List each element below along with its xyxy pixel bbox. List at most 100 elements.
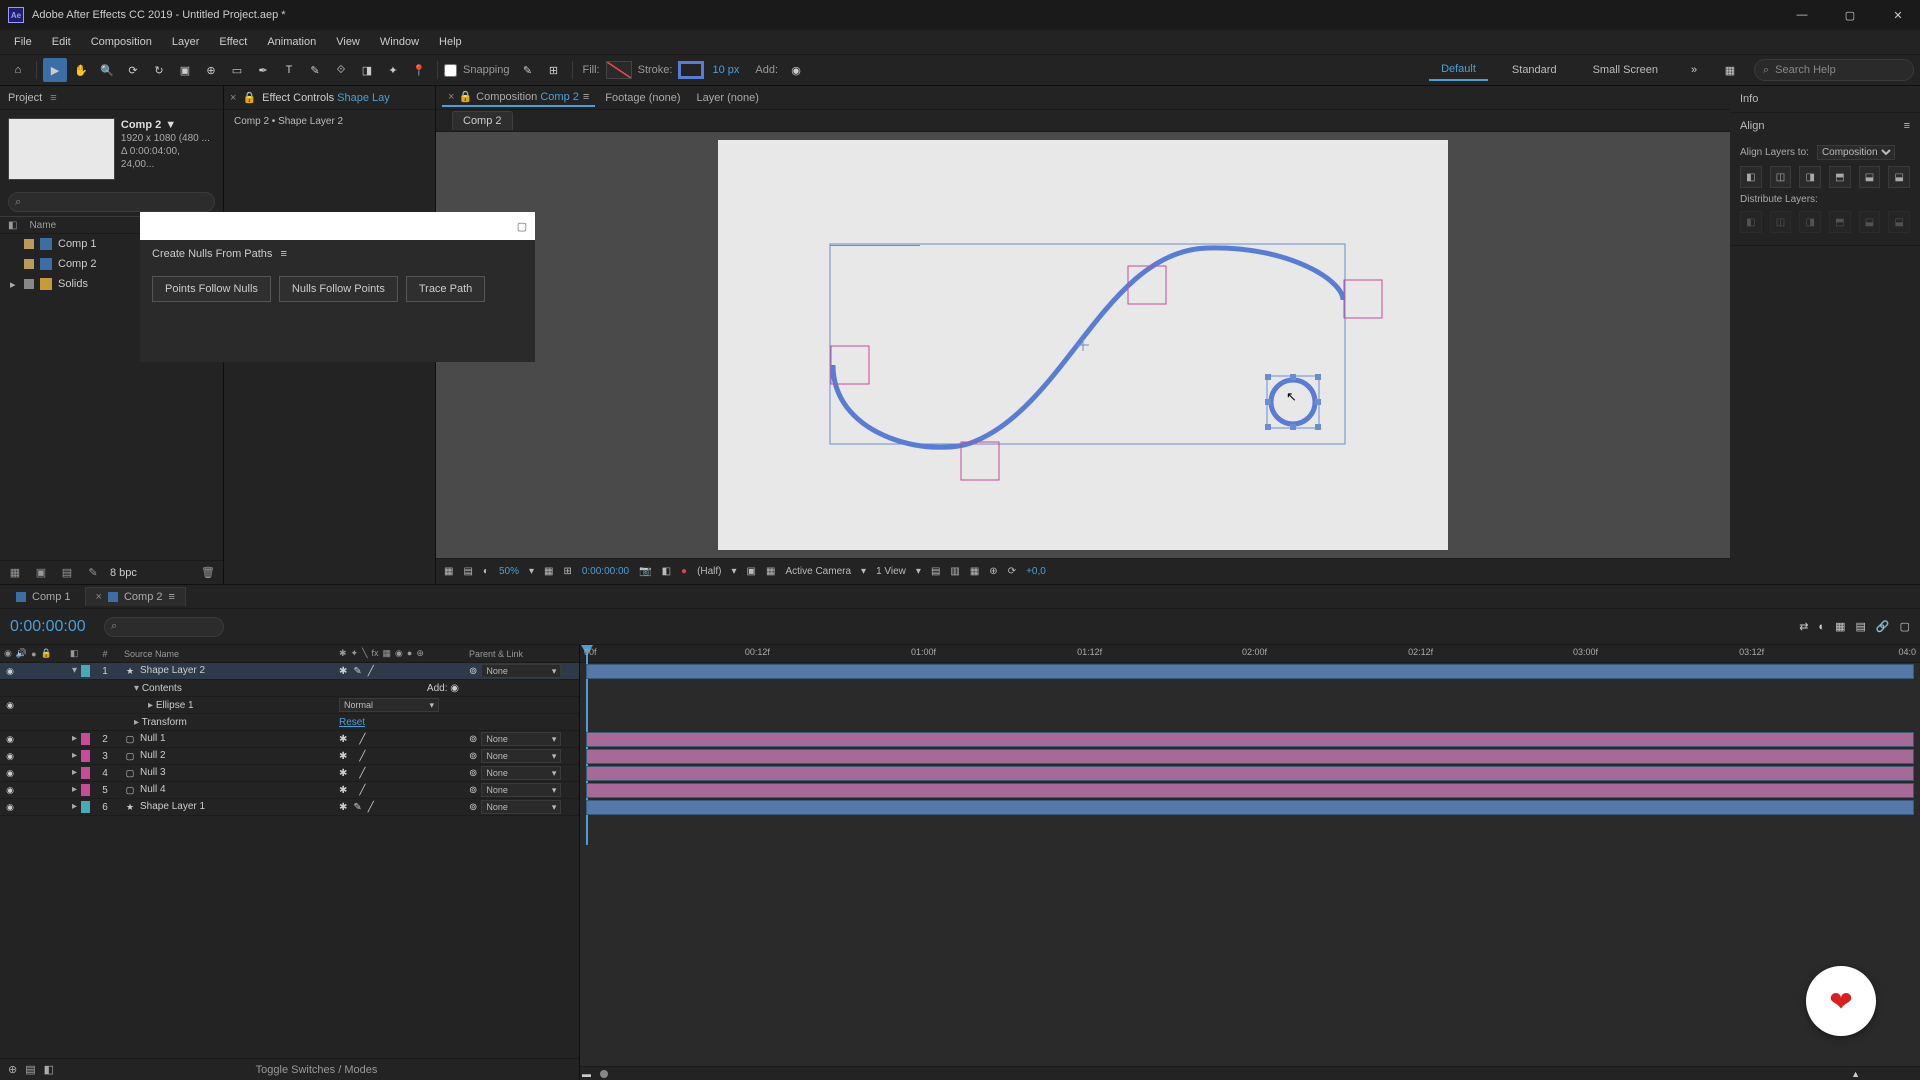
brush-tool[interactable]: ✎ xyxy=(303,58,327,82)
roto-tool[interactable]: ✦ xyxy=(381,58,405,82)
parent-dropdown[interactable]: None▾ xyxy=(481,783,561,797)
close-button[interactable]: ✕ xyxy=(1884,5,1912,25)
menu-window[interactable]: Window xyxy=(370,33,429,51)
view-dd[interactable]: 1 View xyxy=(876,566,906,577)
cam-dd-icon[interactable]: ▾ xyxy=(861,566,866,577)
tl-tool3-icon[interactable]: ▦ xyxy=(1835,620,1845,633)
shy-col-icon[interactable]: ◧ xyxy=(70,648,90,659)
menu-file[interactable]: File xyxy=(4,33,42,51)
comp-thumbnail[interactable] xyxy=(8,118,115,180)
name-col[interactable]: Name xyxy=(29,220,56,231)
layer-row-null4[interactable]: ◉ ▸ 5 ▢Null 4 ✱╱ ⊚None▾ xyxy=(0,782,579,799)
tab-menu-icon[interactable]: ≡ xyxy=(169,591,175,603)
workspace-smallscreen[interactable]: Small Screen xyxy=(1581,60,1670,80)
view-opt1-icon[interactable]: ▤ xyxy=(931,566,940,577)
pickwhip-icon[interactable]: ⊚ xyxy=(469,666,477,677)
offset-value[interactable]: +0,0 xyxy=(1026,566,1046,577)
layer-tab[interactable]: Layer (none) xyxy=(691,90,765,106)
workspace-standard[interactable]: Standard xyxy=(1500,60,1569,80)
panel-menu-icon[interactable]: ≡ xyxy=(280,248,286,260)
info-panel-header[interactable]: Info xyxy=(1730,86,1920,112)
pan-behind-tool[interactable]: ⊕ xyxy=(199,58,223,82)
folder-caret-icon[interactable]: ▸ xyxy=(10,278,16,291)
refresh-icon[interactable]: ⟳ xyxy=(1008,566,1016,577)
view-dd-icon[interactable]: ▾ xyxy=(916,566,921,577)
grid-icon[interactable]: ▦ xyxy=(544,566,553,577)
fill-swatch[interactable] xyxy=(606,61,632,79)
num-col[interactable]: # xyxy=(90,649,120,659)
track-bar[interactable] xyxy=(586,766,1914,781)
layer-row-null3[interactable]: ◉ ▸ 4 ▢Null 3 ✱╱ ⊚None▾ xyxy=(0,765,579,782)
transparency-icon[interactable]: ▦ xyxy=(766,566,775,577)
timeline-search-input[interactable]: ⌕ xyxy=(104,617,224,637)
panel-menu-icon[interactable]: ≡ xyxy=(1904,120,1910,132)
menu-composition[interactable]: Composition xyxy=(81,33,162,51)
lock-icon[interactable]: 🔒 xyxy=(242,91,256,104)
stroke-width[interactable]: 10 px xyxy=(712,64,739,76)
eye-icon[interactable]: ◉ xyxy=(4,750,16,762)
comp-timecode[interactable]: 0:00:00:00 xyxy=(582,566,629,577)
mode-dropdown[interactable]: Normal▾ xyxy=(339,698,439,712)
layer-row-transform[interactable]: ▸ Transform Reset xyxy=(0,714,579,731)
tl-tool1-icon[interactable]: ⇄ xyxy=(1799,620,1808,633)
resolution-dd[interactable]: (Half) xyxy=(697,566,721,577)
res-dd-icon[interactable]: ▾ xyxy=(732,566,737,577)
mask-icon[interactable]: ◐ xyxy=(483,566,489,577)
new-folder-icon[interactable]: ▣ xyxy=(32,564,50,582)
snapshot-icon[interactable]: 📷 xyxy=(639,566,651,577)
menu-view[interactable]: View xyxy=(326,33,370,51)
menu-edit[interactable]: Edit xyxy=(42,33,81,51)
eye-icon[interactable]: ◉ xyxy=(4,733,16,745)
adjust-icon[interactable]: ✎ xyxy=(84,564,102,582)
comp-subtab[interactable]: Comp 2 xyxy=(452,111,513,130)
workspace-grid-icon[interactable]: ▦ xyxy=(1718,58,1742,82)
stroke-swatch[interactable] xyxy=(678,61,704,79)
expand-caret[interactable]: ▸ xyxy=(134,717,139,728)
layer-row-null1[interactable]: ◉ ▸ 2 ▢Null 1 ✱╱ ⊚None▾ xyxy=(0,731,579,748)
zoom-level[interactable]: 50% xyxy=(499,566,519,577)
eye-icon[interactable]: ◉ xyxy=(4,665,16,677)
add-dropdown-icon[interactable]: ◉ xyxy=(784,58,808,82)
align-target-dropdown[interactable]: Composition xyxy=(1817,145,1895,160)
zoom-dd-icon[interactable]: ▾ xyxy=(529,566,534,577)
rectangle-tool[interactable]: ▭ xyxy=(225,58,249,82)
snap-opt-icon[interactable]: ✎ xyxy=(516,58,540,82)
tl-tool5-icon[interactable]: 🔗 xyxy=(1876,620,1890,633)
snapping-checkbox[interactable] xyxy=(444,64,457,77)
workspace-default[interactable]: Default xyxy=(1429,59,1488,81)
layer-row-shape1[interactable]: ◉ ▸ 6 ★Shape Layer 1 ✱✎╱ ⊚None▾ xyxy=(0,799,579,816)
view-opt2-icon[interactable]: ▥ xyxy=(950,566,959,577)
orbit-tool[interactable]: ⟳ xyxy=(121,58,145,82)
time-ruler[interactable]: 00f 00:12f 01:00f 01:12f 02:00f 02:12f 0… xyxy=(580,645,1920,663)
new-comp-icon[interactable]: ▤ xyxy=(58,564,76,582)
align-left-button[interactable]: ◧ xyxy=(1740,166,1762,188)
menu-help[interactable]: Help xyxy=(429,33,472,51)
menu-layer[interactable]: Layer xyxy=(162,33,210,51)
view-opt4-icon[interactable]: ⊕ xyxy=(989,566,997,577)
hand-tool[interactable]: ✋ xyxy=(69,58,93,82)
composition-tab[interactable]: × 🔒 Composition Comp 2 ≡ xyxy=(442,88,595,107)
current-time[interactable]: 0:00:00:00 xyxy=(0,618,100,636)
track-bar[interactable] xyxy=(586,783,1914,798)
pickwhip-icon[interactable]: ⊚ xyxy=(469,751,477,762)
tl-foot2-icon[interactable]: ▤ xyxy=(25,1063,35,1076)
audio-col-icon[interactable]: 🔊 xyxy=(16,648,27,659)
zoom-tool[interactable]: 🔍 xyxy=(95,58,119,82)
track-bar[interactable] xyxy=(586,800,1914,815)
eye-icon[interactable]: ◉ xyxy=(4,801,16,813)
label-col-icon[interactable]: ◧ xyxy=(8,220,17,231)
close-tab-icon[interactable]: × xyxy=(230,92,236,104)
selection-tool[interactable]: ▶ xyxy=(43,58,67,82)
trash-icon[interactable]: 🗑 xyxy=(199,564,217,582)
rotate-tool[interactable]: ↻ xyxy=(147,58,171,82)
guides-icon[interactable]: ⊞ xyxy=(563,566,571,577)
align-hcenter-button[interactable]: ◫ xyxy=(1770,166,1792,188)
layer-row-ellipse[interactable]: ◉ ▸ Ellipse 1 Normal▾ xyxy=(0,697,579,714)
tl-tool6-icon[interactable]: ▢ xyxy=(1900,620,1910,633)
alpha-icon[interactable]: ▦ xyxy=(444,566,453,577)
menu-animation[interactable]: Animation xyxy=(257,33,326,51)
points-follow-nulls-button[interactable]: Points Follow Nulls xyxy=(152,276,271,302)
parent-dropdown[interactable]: None▾ xyxy=(481,732,561,746)
parent-dropdown[interactable]: None▾ xyxy=(481,749,561,763)
workspace-overflow-icon[interactable]: » xyxy=(1682,58,1706,82)
